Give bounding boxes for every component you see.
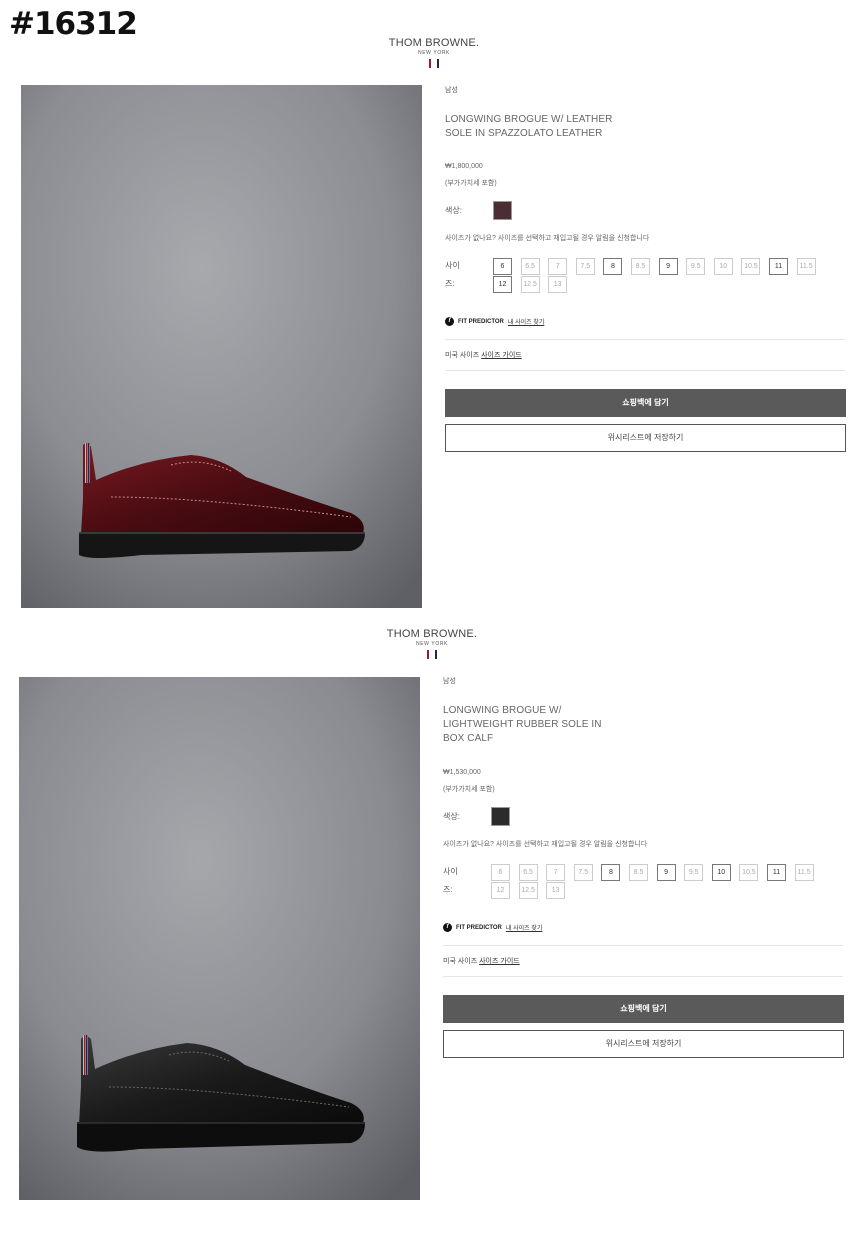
fit-predictor[interactable]: f FIT PREDICTOR 내 사이즈 찾기: [443, 923, 542, 932]
divider: [443, 945, 843, 946]
size-guide-link[interactable]: 사이즈 가이드: [479, 958, 520, 965]
price: ₩1,530,000: [443, 769, 481, 776]
brand-logo[interactable]: THOM BROWNE. NEW YORK: [362, 628, 502, 659]
product-title: LONGWING BROGUE W/ LIGHTWEIGHT RUBBER SO…: [443, 704, 602, 746]
size-option[interactable]: 12.5: [518, 882, 538, 899]
tricolor-stripe-icon: [362, 650, 502, 659]
size-option[interactable]: 13: [546, 882, 566, 899]
size-guide-prefix: 미국 사이즈: [443, 958, 478, 965]
size-option[interactable]: 10: [711, 864, 731, 881]
size-option[interactable]: 11.5: [794, 864, 814, 881]
product-title-line: LIGHTWEIGHT RUBBER SOLE IN: [443, 719, 602, 730]
product-info: 남성 LONGWING BROGUE W/ LIGHTWEIGHT RUBBER…: [443, 676, 845, 1066]
color-label: 색상:: [443, 812, 460, 821]
size-guide: 미국 사이즈 사이즈 가이드: [443, 956, 520, 966]
size-option[interactable]: 7: [546, 864, 566, 881]
size-option[interactable]: 8.5: [629, 864, 648, 881]
size-option[interactable]: 9: [656, 864, 676, 881]
divider: [443, 976, 843, 977]
size-option[interactable]: 9.5: [684, 864, 704, 881]
product-title-line: BOX CALF: [443, 733, 494, 744]
save-to-wishlist-button[interactable]: 위시리스트에 저장하기: [443, 1030, 844, 1058]
category-label: 남성: [443, 678, 456, 685]
find-my-size-link[interactable]: 내 사이즈 찾기: [506, 923, 542, 932]
product-block-2: THOM BROWNE. NEW YORK 남성 LONGWING BROGUE…: [0, 0, 860, 1200]
size-option[interactable]: 10.5: [739, 864, 759, 881]
product-image[interactable]: [19, 677, 420, 1200]
brand-name: THOM BROWNE.: [386, 628, 478, 640]
fit-predictor-icon: f: [443, 923, 452, 932]
size-option[interactable]: 7.5: [573, 864, 593, 881]
size-label: 사이즈:: [443, 867, 458, 894]
vat-note: (부가가치세 포함): [443, 786, 495, 793]
product-title-line: LONGWING BROGUE W/: [443, 705, 562, 716]
size-selector: 6 6.5 7 7.5 8 8.5 9 9.5 10 10.5 11 11.5 12 12.5 13: [491, 864, 821, 906]
brand-subtitle: NEW YORK: [416, 641, 448, 647]
size-option[interactable]: 11: [767, 864, 786, 881]
color-swatch[interactable]: [491, 807, 510, 826]
fit-predictor-label: FIT PREDICTOR: [456, 924, 502, 931]
size-notice: 사이즈가 없나요? 사이즈를 선택하고 재입고될 경우 알림을 신청합니다: [443, 841, 648, 848]
add-to-bag-button[interactable]: 쇼핑백에 담기: [443, 995, 844, 1023]
size-option[interactable]: 6.5: [518, 864, 538, 881]
size-option[interactable]: 6: [491, 864, 510, 881]
size-option[interactable]: 12: [491, 882, 510, 899]
size-option[interactable]: 8: [601, 864, 621, 881]
